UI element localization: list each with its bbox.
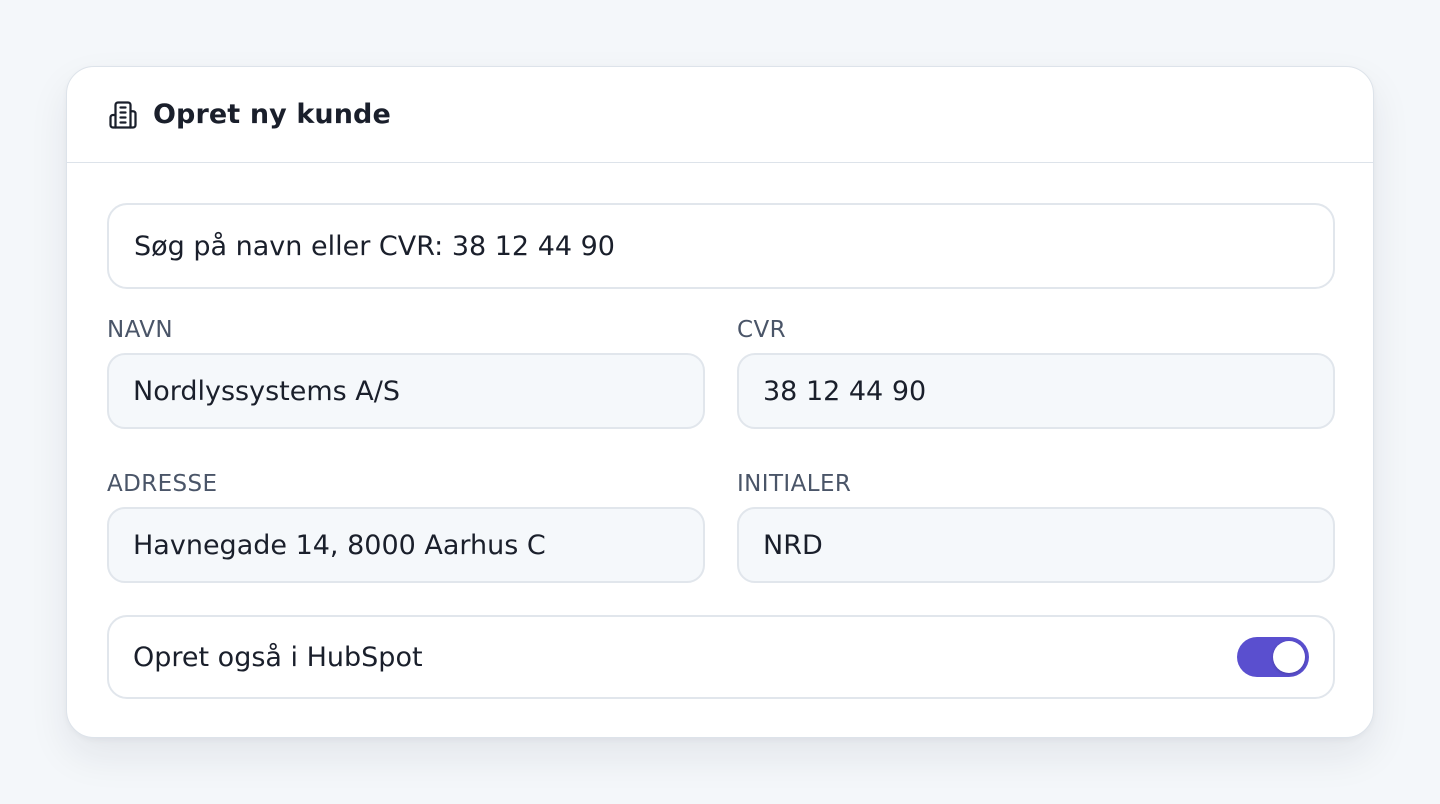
initialer-label: INITIALER <box>737 471 852 497</box>
hubspot-toggle-row: Opret også i HubSpot <box>107 615 1335 699</box>
cvr-input[interactable]: 38 12 44 90 <box>737 353 1335 429</box>
card-header: Opret ny kunde <box>67 67 1373 163</box>
card-body: Søg på navn eller CVR: 38 12 44 90 NAVN … <box>67 163 1373 699</box>
initialer-input[interactable]: NRD <box>737 507 1335 583</box>
field-navn: NAVN Nordlyssystems A/S <box>107 315 705 429</box>
hubspot-toggle[interactable] <box>1237 637 1309 677</box>
field-adresse: ADRESSE Havnegade 14, 8000 Aarhus C <box>107 469 705 583</box>
field-initialer: INITIALER NRD <box>737 469 1335 583</box>
toggle-knob <box>1273 641 1305 673</box>
card-title: Opret ny kunde <box>153 99 391 130</box>
adresse-input[interactable]: Havnegade 14, 8000 Aarhus C <box>107 507 705 583</box>
create-customer-card: Opret ny kunde Søg på navn eller CVR: 38… <box>66 66 1374 738</box>
field-cvr: CVR 38 12 44 90 <box>737 315 1335 429</box>
building-icon <box>107 99 139 131</box>
form-grid-row-2: ADRESSE Havnegade 14, 8000 Aarhus C INIT… <box>107 469 1335 583</box>
navn-input[interactable]: Nordlyssystems A/S <box>107 353 705 429</box>
company-search-input[interactable]: Søg på navn eller CVR: 38 12 44 90 <box>107 203 1335 289</box>
cvr-label: CVR <box>737 317 786 343</box>
adresse-label: ADRESSE <box>107 471 218 497</box>
form-grid-row-1: NAVN Nordlyssystems A/S CVR 38 12 44 90 <box>107 315 1335 429</box>
search-input-text: Søg på navn eller CVR: 38 12 44 90 <box>134 230 615 262</box>
navn-label: NAVN <box>107 317 174 343</box>
hubspot-toggle-label: Opret også i HubSpot <box>133 641 423 673</box>
